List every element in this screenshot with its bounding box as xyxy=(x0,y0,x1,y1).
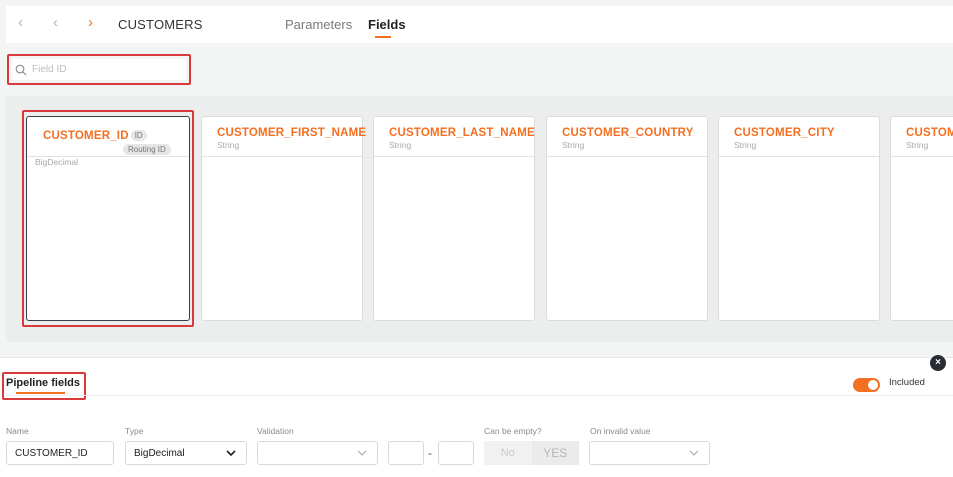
field-type: BigDecimal xyxy=(35,157,78,167)
search-icon xyxy=(15,64,27,75)
type-label: Type xyxy=(125,426,144,436)
validation-label: Validation xyxy=(257,426,294,436)
field-card-header: CUSTOME String xyxy=(891,117,953,157)
field-card-customer-id[interactable]: CUSTOMER_ID ID Routing ID BigDecimal xyxy=(26,116,190,321)
field-card-customer-city[interactable]: CUSTOMER_CITY String xyxy=(718,116,880,321)
id-badge: ID xyxy=(130,130,147,141)
field-id-search-input[interactable] xyxy=(32,64,172,75)
search-highlight-frame xyxy=(7,54,191,85)
field-card-customer-first-name[interactable]: CUSTOMER_FIRST_NAME String xyxy=(201,116,367,321)
field-name: CUSTOME xyxy=(906,127,953,139)
field-card-header: CUSTOMER_FIRST_NAME String xyxy=(202,117,367,157)
field-card-partial[interactable]: CUSTOME String xyxy=(890,116,953,321)
field-name: CUSTOMER_CITY xyxy=(734,127,835,139)
range-max-input[interactable] xyxy=(438,441,474,465)
forward-arrow-icon[interactable]: › xyxy=(88,15,93,31)
back-arrow-icon[interactable]: ‹ xyxy=(18,15,23,31)
routing-id-badge: Routing ID xyxy=(123,144,171,155)
pipeline-fields-title[interactable]: Pipeline fields xyxy=(6,377,80,389)
field-card-header: CUSTOMER_COUNTRY String xyxy=(547,117,707,157)
field-name: CUSTOMER_ID xyxy=(43,130,129,142)
close-icon[interactable]: × xyxy=(930,355,946,371)
can-be-empty-label: Can be empty? xyxy=(484,426,542,436)
range-min-input[interactable] xyxy=(388,441,424,465)
type-select[interactable]: BigDecimal xyxy=(125,441,247,465)
field-type: String xyxy=(734,140,757,150)
on-invalid-value-label: On invalid value xyxy=(590,426,651,436)
chevron-down-icon xyxy=(689,450,699,456)
validation-select[interactable] xyxy=(257,441,378,465)
field-name: CUSTOMER_COUNTRY xyxy=(562,127,694,139)
chevron-down-icon xyxy=(226,450,236,457)
field-card-header: CUSTOMER_ID ID Routing ID xyxy=(27,117,189,157)
field-type: String xyxy=(389,140,412,150)
name-label: Name xyxy=(6,426,29,436)
range-separator: - xyxy=(428,446,432,460)
field-name: CUSTOMER_LAST_NAME xyxy=(389,127,535,139)
page-title: CUSTOMERS xyxy=(118,17,203,32)
on-invalid-value-select[interactable] xyxy=(589,441,710,465)
can-be-empty-toggle[interactable]: No YES xyxy=(484,441,579,465)
pipeline-tab-indicator xyxy=(16,392,65,394)
field-card-header: CUSTOMER_LAST_NAME String xyxy=(374,117,535,157)
included-label: Included xyxy=(889,377,925,388)
included-toggle[interactable] xyxy=(853,378,880,392)
can-be-empty-yes[interactable]: YES xyxy=(531,441,579,465)
field-type: String xyxy=(906,140,929,150)
top-bar: ‹ ‹ › CUSTOMERS Parameters Fields xyxy=(6,6,953,43)
fields-board: CUSTOMER_ID ID Routing ID BigDecimal CUST… xyxy=(6,96,953,342)
field-type: String xyxy=(217,140,240,150)
active-tab-indicator xyxy=(375,36,391,38)
type-select-value: BigDecimal xyxy=(134,447,185,459)
tab-parameters[interactable]: Parameters xyxy=(285,17,352,32)
field-card-header: CUSTOMER_CITY String xyxy=(719,117,879,157)
tab-fields[interactable]: Fields xyxy=(368,17,406,32)
field-type: String xyxy=(562,140,585,150)
back-arrow-icon-2[interactable]: ‹ xyxy=(53,15,58,31)
field-name: CUSTOMER_FIRST_NAME xyxy=(217,127,367,139)
toggle-knob xyxy=(868,380,878,390)
field-card-customer-last-name[interactable]: CUSTOMER_LAST_NAME String xyxy=(373,116,535,321)
name-input[interactable]: CUSTOMER_ID xyxy=(6,441,114,465)
divider xyxy=(6,395,953,396)
search-field xyxy=(12,59,186,80)
chevron-down-icon xyxy=(357,450,367,456)
field-card-customer-country[interactable]: CUSTOMER_COUNTRY String xyxy=(546,116,708,321)
can-be-empty-no[interactable]: No xyxy=(484,441,532,465)
